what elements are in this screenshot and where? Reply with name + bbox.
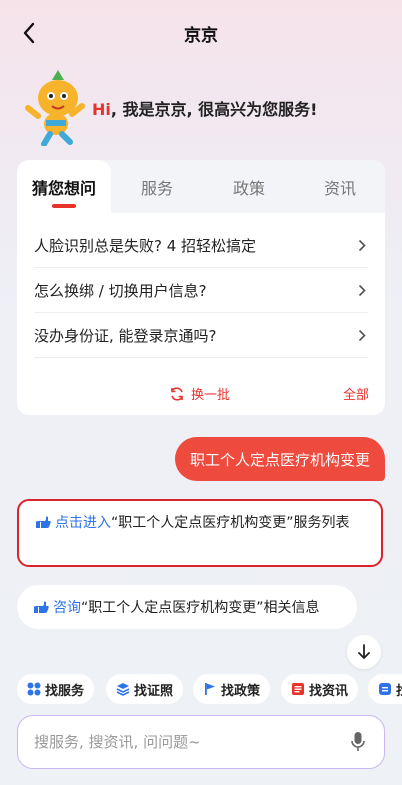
greeting-text: Hi, 我是京京, 很高兴为您服务! bbox=[92, 96, 317, 120]
tab-policy[interactable]: 政策 bbox=[203, 160, 295, 213]
question-item[interactable]: 怎么换绑 / 切换用户信息? bbox=[34, 269, 368, 313]
news-icon bbox=[292, 683, 304, 695]
refresh-icon bbox=[171, 386, 183, 401]
layers-icon bbox=[116, 683, 130, 696]
microphone-icon bbox=[351, 732, 365, 751]
user-message-bubble: 职工个人定点医疗机构变更 bbox=[174, 437, 385, 481]
greeting-hi: Hi bbox=[92, 100, 111, 119]
chip-label: 找服务 bbox=[45, 683, 85, 699]
search-bar bbox=[17, 715, 385, 769]
consult-link[interactable]: 咨询 bbox=[53, 597, 81, 617]
chip-label: 找政策 bbox=[221, 683, 261, 699]
chip-find-policy[interactable]: 找政策 bbox=[193, 674, 271, 704]
greeting-message: , 我是京京, 很高兴为您服务! bbox=[110, 100, 318, 119]
all-link[interactable]: 全部 bbox=[343, 384, 369, 403]
chip-find-news[interactable]: 找资讯 bbox=[281, 674, 359, 704]
chip-find-license[interactable]: 找证照 bbox=[106, 674, 184, 704]
chevron-right-icon bbox=[356, 328, 368, 344]
chip-label: 找 bbox=[396, 680, 402, 699]
question-card: 猜您想问 服务 政策 资讯 人脸识别总是失败? 4 招轻松搞定 怎么换绑 / 切… bbox=[17, 160, 385, 415]
quick-chips: 找服务 找证照 找政策 找资讯 找 bbox=[17, 674, 402, 704]
flag-icon bbox=[205, 683, 215, 695]
question-item[interactable]: 没办身份证, 能登录京通吗? bbox=[34, 314, 368, 358]
response2-text: “职工个人定点医疗机构变更”相关信息 bbox=[81, 600, 320, 616]
tab-bar: 猜您想问 服务 政策 资讯 bbox=[17, 160, 385, 213]
chip-more[interactable]: 找 bbox=[368, 674, 402, 704]
tab-services[interactable]: 服务 bbox=[111, 160, 203, 213]
chip-find-service[interactable]: 找服务 bbox=[17, 674, 95, 704]
tab-indicator bbox=[52, 204, 76, 208]
enter-link[interactable]: 点击进入 bbox=[55, 515, 111, 531]
arrow-down-icon bbox=[358, 644, 370, 659]
service-list-response[interactable]: 点击进入“职工个人定点医疗机构变更”服务列表 bbox=[17, 499, 383, 567]
refresh-label: 换一批 bbox=[191, 388, 231, 403]
consult-response[interactable]: 咨询 “职工个人定点医疗机构变更”相关信息 bbox=[17, 585, 357, 629]
refresh-button[interactable]: 换一批 bbox=[169, 384, 230, 403]
search-input[interactable] bbox=[34, 733, 348, 751]
question-text: 怎么换绑 / 切换用户信息? bbox=[34, 282, 207, 300]
mic-button[interactable] bbox=[348, 730, 368, 754]
pointing-hand-icon bbox=[34, 601, 49, 613]
scroll-down-button[interactable] bbox=[347, 635, 381, 669]
tab-news[interactable]: 资讯 bbox=[295, 160, 385, 213]
chevron-right-icon bbox=[356, 238, 368, 254]
response1-text: “职工个人定点医疗机构变更”服务列表 bbox=[111, 515, 350, 531]
greeting-section: Hi, 我是京京, 很高兴为您服务! bbox=[18, 68, 388, 148]
question-text: 没办身份证, 能登录京通吗? bbox=[34, 327, 217, 345]
question-text: 人脸识别总是失败? 4 招轻松搞定 bbox=[34, 237, 257, 255]
chevron-right-icon bbox=[356, 283, 368, 299]
chip-label: 找资讯 bbox=[309, 683, 349, 699]
page-title: 京京 bbox=[184, 26, 218, 46]
header: 京京 bbox=[0, 0, 402, 64]
pointing-hand-icon bbox=[36, 516, 51, 528]
question-item[interactable]: 人脸识别总是失败? 4 招轻松搞定 bbox=[34, 224, 368, 268]
grid-icon bbox=[27, 682, 41, 696]
mascot-icon bbox=[25, 70, 85, 146]
chip-label: 找证照 bbox=[134, 683, 174, 699]
doc-icon bbox=[379, 683, 391, 695]
